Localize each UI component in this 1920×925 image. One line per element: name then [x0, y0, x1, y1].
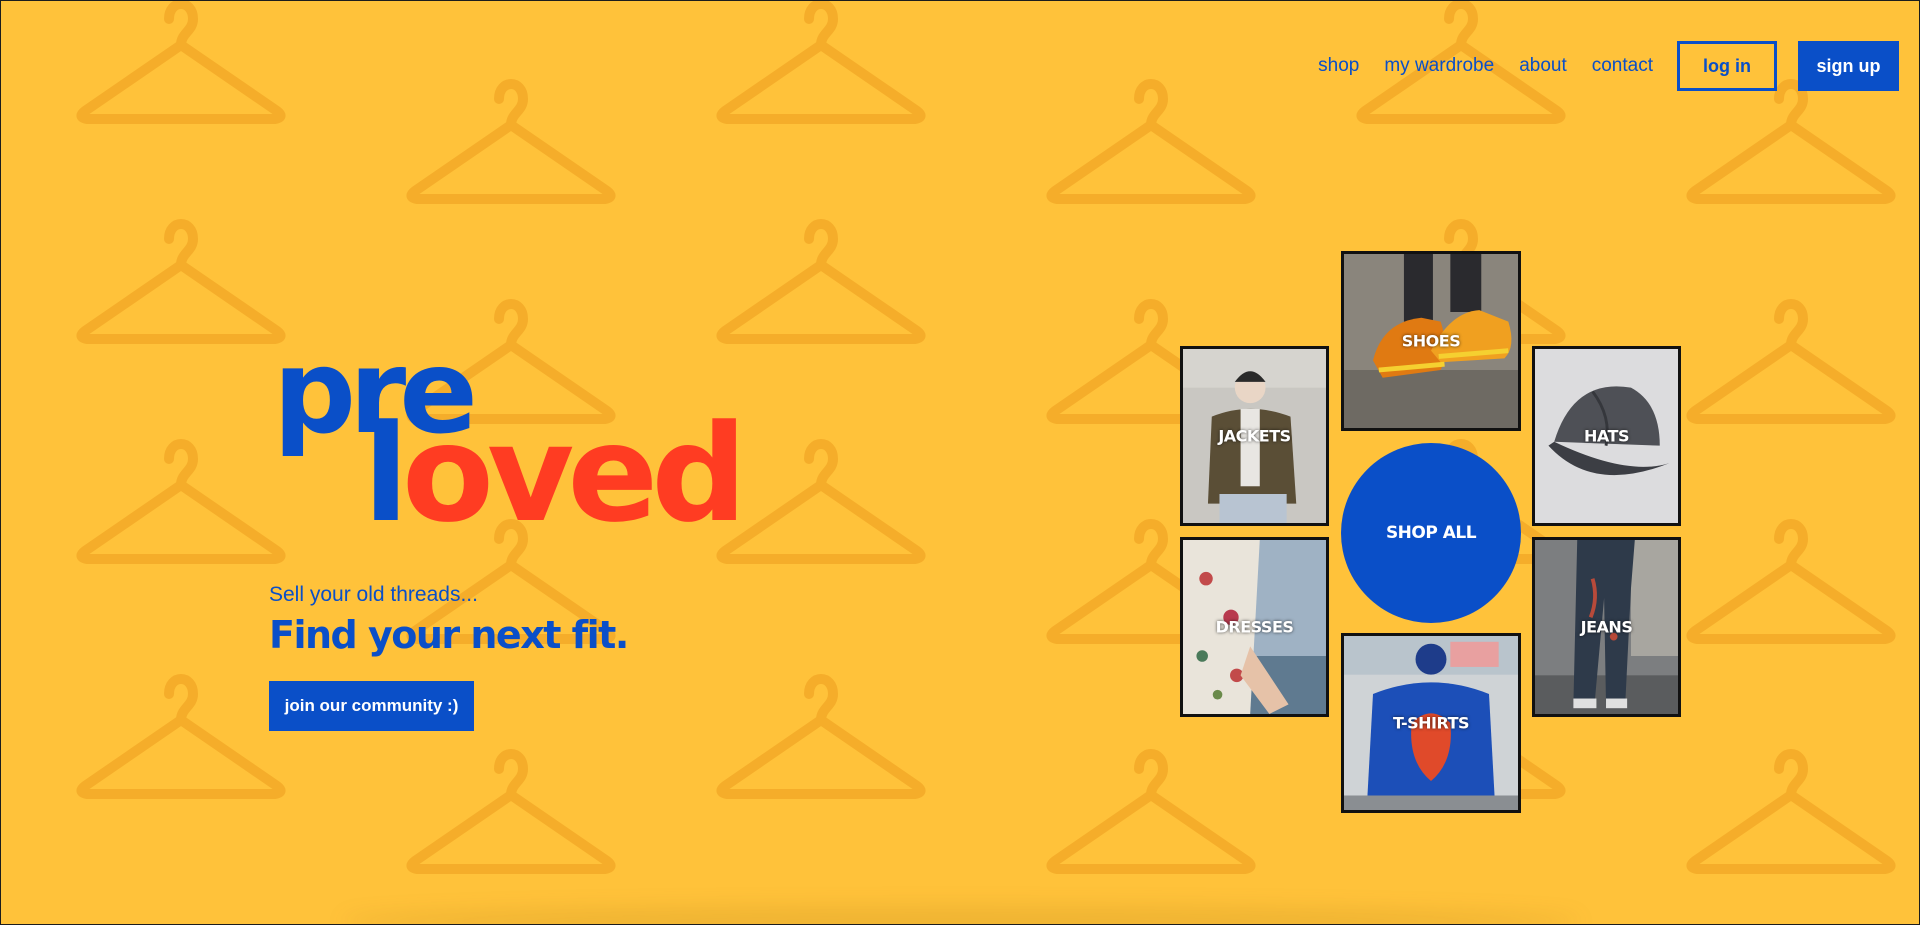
page: shop my wardrobe about contact log in si… — [1, 1, 1919, 924]
category-tile-tshirts[interactable]: T-SHIRTS — [1341, 633, 1521, 813]
hanger-icon — [81, 4, 280, 119]
jackets-label: JACKETS — [1218, 426, 1291, 446]
hanger-icon — [1691, 304, 1890, 419]
hanger-icon — [81, 444, 280, 559]
hanger-icon — [1691, 754, 1890, 869]
nav-about-link[interactable]: about — [1519, 55, 1567, 77]
shop-all-button[interactable]: SHOP ALL — [1341, 443, 1521, 623]
nav-contact-link[interactable]: contact — [1592, 55, 1653, 77]
hats-label: HATS — [1584, 426, 1629, 446]
category-tile-dresses[interactable]: DRESSES — [1180, 537, 1329, 717]
nav-shop-link[interactable]: shop — [1318, 55, 1359, 77]
hanger-icon — [721, 224, 920, 339]
hanger-icon — [721, 679, 920, 794]
tshirts-label: T-SHIRTS — [1392, 713, 1470, 733]
hanger-icon — [81, 679, 280, 794]
category-tile-hats[interactable]: HATS — [1532, 346, 1681, 526]
hanger-icon — [411, 84, 610, 199]
join-community-button[interactable]: join our community :) — [269, 681, 474, 731]
hanger-icon — [721, 4, 920, 119]
headline: Find your next fit. — [269, 613, 629, 657]
hanger-icon — [1691, 84, 1890, 199]
login-button[interactable]: log in — [1677, 41, 1777, 91]
logo-l-letter: l — [363, 396, 409, 552]
nav-my-wardrobe-link[interactable]: my wardrobe — [1384, 55, 1494, 77]
top-nav: shop my wardrobe about contact log in si… — [1318, 41, 1899, 91]
preloved-logo: pre loved — [273, 335, 747, 542]
hanger-icon — [1691, 524, 1890, 639]
hanger-icon — [81, 224, 280, 339]
tagline: Sell your old threads... — [269, 583, 478, 606]
hanger-icon — [411, 754, 610, 869]
hanger-icon — [1051, 754, 1250, 869]
signup-button[interactable]: sign up — [1798, 41, 1899, 91]
category-tile-jackets[interactable]: JACKETS — [1180, 346, 1329, 526]
logo-oved-letters: oved — [401, 396, 747, 552]
dresses-label: DRESSES — [1215, 617, 1294, 637]
jeans-label: JEANS — [1580, 617, 1633, 637]
category-tile-jeans[interactable]: JEANS — [1532, 537, 1681, 717]
shoes-label: SHOES — [1401, 331, 1461, 351]
hanger-icon — [721, 444, 920, 559]
logo-loved-text: loved — [363, 407, 747, 541]
hanger-icon — [1051, 84, 1250, 199]
category-tile-shoes[interactable]: SHOES — [1341, 251, 1521, 431]
